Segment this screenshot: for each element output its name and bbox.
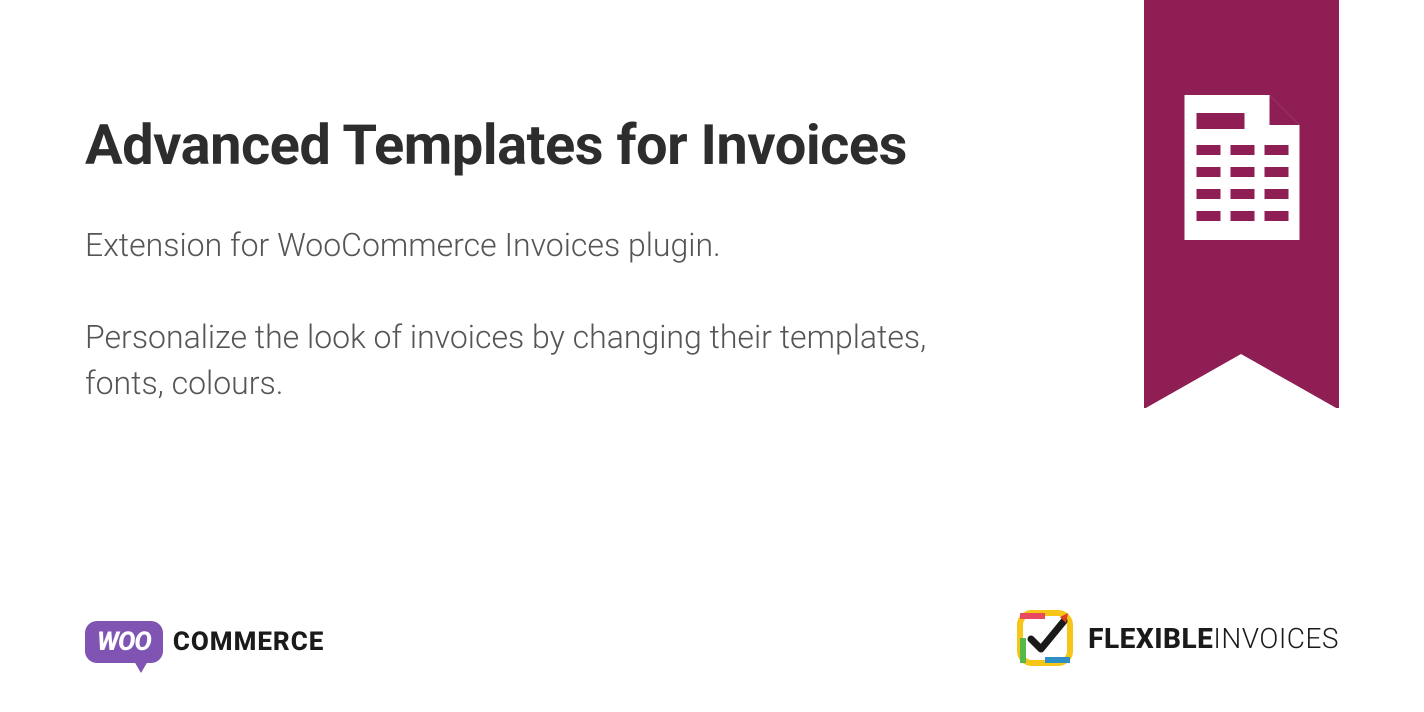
description-block: Extension for WooCommerce Invoices plugi…	[85, 222, 945, 407]
main-content: Advanced Templates for Invoices Extensio…	[85, 115, 945, 453]
commerce-label: COMMERCE	[173, 627, 325, 657]
flexible-label: FLEXIBLEINVOICES	[1088, 622, 1339, 655]
flexible-invoices-logo: FLEXIBLEINVOICES	[1016, 609, 1339, 667]
ribbon-banner	[1144, 0, 1339, 408]
description-line-2: Personalize the look of invoices by chan…	[85, 314, 945, 407]
checkmark-icon	[1016, 609, 1074, 667]
flexible-suffix: INVOICES	[1213, 622, 1339, 655]
woo-badge: WOO	[85, 621, 163, 663]
flexible-prefix: FLEXIBLE	[1088, 622, 1213, 655]
description-line-1: Extension for WooCommerce Invoices plugi…	[85, 222, 945, 268]
page-title: Advanced Templates for Invoices	[85, 115, 945, 177]
document-icon	[1184, 95, 1299, 240]
woocommerce-logo: WOO COMMERCE	[85, 617, 324, 667]
